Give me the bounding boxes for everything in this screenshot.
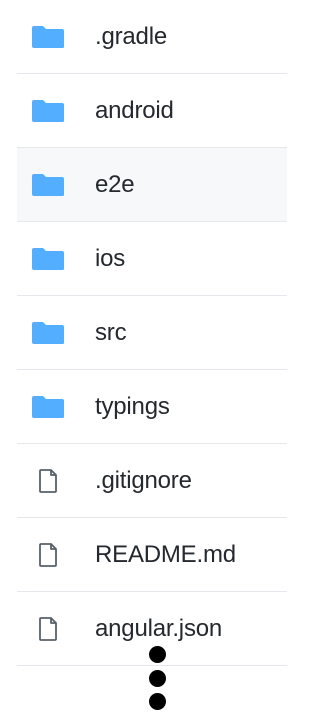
file-row-android[interactable]: android [17, 74, 287, 148]
file-row-readme[interactable]: README.md [17, 518, 287, 592]
file-name: ios [95, 244, 126, 272]
file-name: typings [95, 392, 170, 420]
file-icon [31, 542, 65, 567]
folder-icon [31, 247, 65, 271]
file-row-ios[interactable]: ios [17, 222, 287, 296]
file-name: android [95, 96, 174, 124]
file-row-e2e[interactable]: e2e [17, 148, 287, 222]
file-list: .gradle android e2e ios src typings .git… [17, 0, 287, 666]
ellipsis-dot [148, 646, 166, 663]
file-name: .gradle [95, 22, 167, 50]
folder-icon [31, 99, 65, 123]
folder-icon [31, 395, 65, 419]
folder-icon [31, 25, 65, 49]
file-icon [31, 616, 65, 641]
file-row-src[interactable]: src [17, 296, 287, 370]
file-name: src [95, 318, 127, 346]
file-name: README.md [95, 540, 236, 568]
file-row-typings[interactable]: typings [17, 370, 287, 444]
ellipsis-dot [148, 693, 166, 710]
folder-icon [31, 321, 65, 345]
file-row-gitignore[interactable]: .gitignore [17, 444, 287, 518]
folder-icon [31, 173, 65, 197]
ellipsis-dot [148, 669, 166, 687]
file-icon [31, 468, 65, 493]
file-name: .gitignore [95, 466, 192, 494]
file-name: e2e [95, 170, 135, 198]
vertical-ellipsis-icon[interactable] [147, 646, 167, 710]
file-name: angular.json [95, 614, 223, 642]
file-row-gradle[interactable]: .gradle [17, 0, 287, 74]
